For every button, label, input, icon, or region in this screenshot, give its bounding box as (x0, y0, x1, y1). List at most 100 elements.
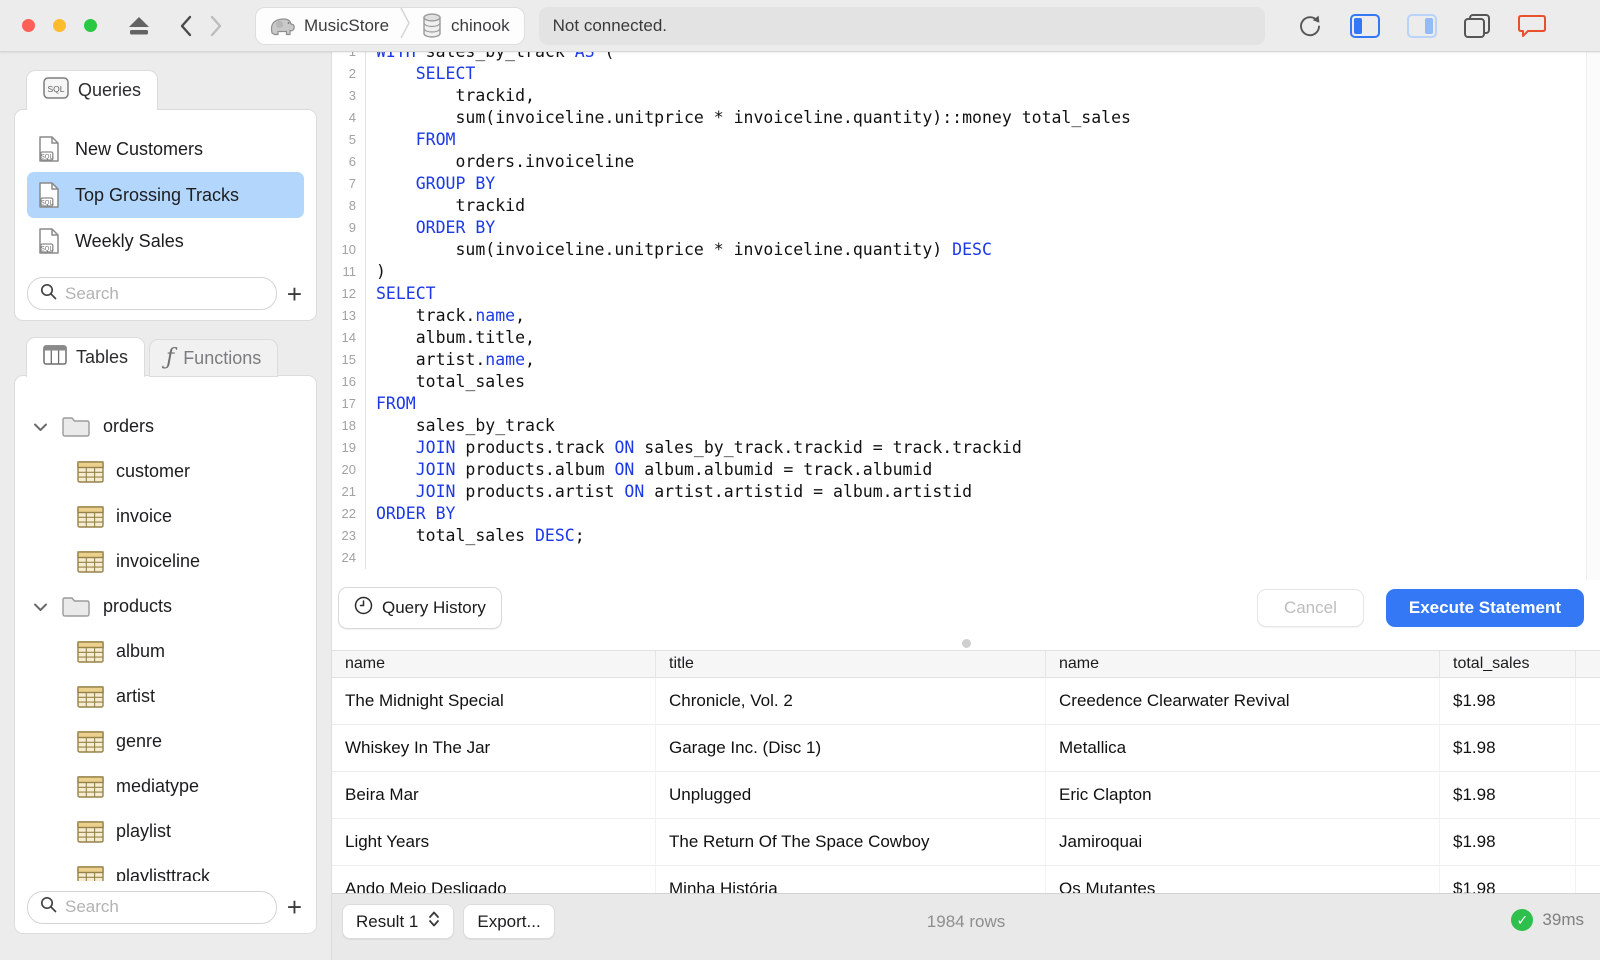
table-cell[interactable]: Beira Mar (332, 772, 656, 819)
table-row[interactable]: Light Years The Return Of The Space Cowbo… (332, 819, 1600, 866)
zoom-button[interactable] (84, 19, 97, 32)
windows-icon[interactable] (1463, 13, 1490, 38)
table-cell[interactable] (1576, 819, 1600, 866)
code-line[interactable]: 20 JOIN products.album ON album.albumid … (332, 459, 1600, 481)
table-item[interactable]: mediatype (25, 764, 306, 809)
eject-icon[interactable] (127, 16, 151, 36)
schema-folder-item[interactable]: orders (25, 404, 306, 449)
table-cell[interactable]: Ando Meio Desligado (332, 866, 656, 893)
table-cell[interactable]: Metallica (1046, 725, 1440, 772)
code-line[interactable]: 6 orders.invoiceline (332, 151, 1600, 173)
table-cell[interactable]: $1.98 (1440, 725, 1576, 772)
table-cell[interactable]: $1.98 (1440, 819, 1576, 866)
splitter[interactable] (332, 636, 1600, 650)
table-row[interactable]: Ando Meio Desligado Minha História Os Muta… (332, 866, 1600, 893)
toggle-left-sidebar-icon[interactable] (1349, 13, 1380, 38)
back-button[interactable] (179, 15, 193, 37)
export-button[interactable]: Export... (463, 904, 555, 939)
code-line[interactable]: 8 trackid (332, 195, 1600, 217)
breadcrumb-database[interactable]: chinook (451, 16, 510, 36)
code-line[interactable]: 1WITH sales_by_track AS ( (332, 52, 1600, 63)
code-line[interactable]: 3 trackid, (332, 85, 1600, 107)
table-cell[interactable]: The Return Of The Space Cowboy (656, 819, 1046, 866)
code-line[interactable]: 9 ORDER BY (332, 217, 1600, 239)
table-cell[interactable] (1576, 772, 1600, 819)
sql-editor[interactable]: 1WITH sales_by_track AS (2 SELECT3 track… (332, 52, 1600, 580)
add-query-button[interactable]: + (285, 281, 304, 307)
code-line[interactable]: 14 album.title, (332, 327, 1600, 349)
tables-search[interactable] (27, 890, 277, 924)
splitter-handle-icon[interactable] (961, 638, 971, 648)
code-line[interactable]: 18 sales_by_track (332, 415, 1600, 437)
code-line[interactable]: 24 (332, 547, 1600, 569)
queries-search[interactable] (27, 277, 277, 310)
column-header[interactable]: name (1046, 651, 1440, 678)
toggle-right-sidebar-icon[interactable] (1406, 13, 1437, 38)
code-line[interactable]: 15 artist.name, (332, 349, 1600, 371)
table-item[interactable]: invoiceline (25, 539, 306, 584)
code-line[interactable]: 5 FROM (332, 129, 1600, 151)
table-cell[interactable] (1576, 678, 1600, 725)
result-selector[interactable]: Result 1 (342, 904, 455, 939)
table-cell[interactable]: Chronicle, Vol. 2 (656, 678, 1046, 725)
forward-button[interactable] (209, 15, 223, 37)
tab-tables[interactable]: Tables (26, 337, 146, 377)
table-cell[interactable] (1576, 725, 1600, 772)
chevron-down-icon[interactable] (33, 422, 48, 432)
table-cell[interactable]: $1.98 (1440, 772, 1576, 819)
column-header[interactable] (1576, 651, 1600, 678)
table-cell[interactable]: Creedence Clearwater Revival (1046, 678, 1440, 725)
table-cell[interactable]: Light Years (332, 819, 656, 866)
table-cell[interactable]: Jamiroquai (1046, 819, 1440, 866)
cancel-button[interactable]: Cancel (1256, 589, 1364, 627)
table-item[interactable]: genre (25, 719, 306, 764)
queries-search-input[interactable] (65, 283, 264, 304)
column-header[interactable]: total_sales (1440, 651, 1576, 678)
table-cell[interactable]: Eric Clapton (1046, 772, 1440, 819)
query-item[interactable]: SQL New Customers (27, 126, 304, 172)
query-history-button[interactable]: Query History (338, 587, 502, 629)
code-line[interactable]: 21 JOIN products.artist ON artist.artist… (332, 481, 1600, 503)
table-cell[interactable] (1576, 866, 1600, 893)
query-item[interactable]: SQL Top Grossing Tracks (27, 172, 304, 218)
table-cell[interactable]: Whiskey In The Jar (332, 725, 656, 772)
code-line[interactable]: 10 sum(invoiceline.unitprice * invoiceli… (332, 239, 1600, 261)
table-cell[interactable]: Minha História (656, 866, 1046, 893)
table-cell[interactable]: $1.98 (1440, 866, 1576, 893)
column-header[interactable]: name (332, 651, 656, 678)
code-line[interactable]: 16 total_sales (332, 371, 1600, 393)
table-item[interactable]: customer (25, 449, 306, 494)
code-line[interactable]: 22 ORDER BY (332, 503, 1600, 525)
tab-queries[interactable]: SQL Queries (26, 70, 159, 110)
table-cell[interactable]: The Midnight Special (332, 678, 656, 725)
execute-statement-button[interactable]: Execute Statement (1385, 589, 1584, 627)
schema-folder-item[interactable]: products (25, 584, 306, 629)
table-cell[interactable]: Garage Inc. (Disc 1) (656, 725, 1046, 772)
editor-scrollbar[interactable] (1586, 52, 1600, 580)
table-item[interactable]: artist (25, 674, 306, 719)
chevron-down-icon[interactable] (33, 602, 48, 612)
query-item[interactable]: SQL Weekly Sales (27, 218, 304, 264)
close-button[interactable] (22, 19, 35, 32)
chat-icon[interactable] (1517, 13, 1547, 39)
table-item[interactable]: invoice (25, 494, 306, 539)
code-line[interactable]: 17 FROM (332, 393, 1600, 415)
add-table-button[interactable]: + (285, 894, 304, 920)
table-cell[interactable]: Unplugged (656, 772, 1046, 819)
table-item[interactable]: album (25, 629, 306, 674)
tab-functions[interactable]: ƒ Functions (149, 339, 279, 377)
table-row[interactable]: Beira Mar Unplugged Eric Clapton $1.98 (332, 772, 1600, 819)
code-line[interactable]: 19 JOIN products.track ON sales_by_track… (332, 437, 1600, 459)
table-row[interactable]: Whiskey In The Jar Garage Inc. (Disc 1) Me… (332, 725, 1600, 772)
code-line[interactable]: 12 SELECT (332, 283, 1600, 305)
breadcrumb-server[interactable]: MusicStore (304, 16, 389, 36)
column-header[interactable]: title (656, 651, 1046, 678)
code-line[interactable]: 23 total_sales DESC; (332, 525, 1600, 547)
code-line[interactable]: 11) (332, 261, 1600, 283)
table-row[interactable]: The Midnight Special Chronicle, Vol. 2 Cre… (332, 678, 1600, 725)
code-line[interactable]: 13 track.name, (332, 305, 1600, 327)
code-line[interactable]: 7 GROUP BY (332, 173, 1600, 195)
table-cell[interactable]: Os Mutantes (1046, 866, 1440, 893)
tables-search-input[interactable] (65, 897, 264, 917)
code-line[interactable]: 2 SELECT (332, 63, 1600, 85)
